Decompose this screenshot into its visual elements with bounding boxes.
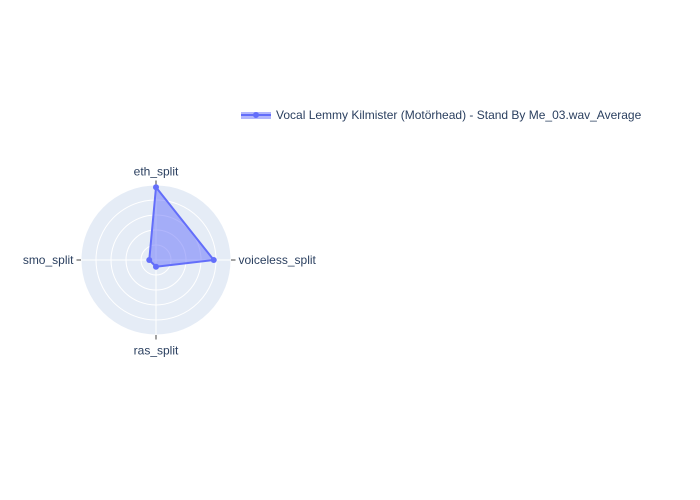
data-point-voiceless_split[interactable] bbox=[210, 257, 217, 263]
legend[interactable]: Vocal Lemmy Kilmister (Motörhead) - Stan… bbox=[241, 108, 642, 122]
axis-label-smo_split: smo_split bbox=[23, 253, 74, 267]
axis-label-voiceless_split: voiceless_split bbox=[239, 253, 317, 267]
axis-label-eth_split: eth_split bbox=[134, 165, 179, 179]
axis-label-ras_split: ras_split bbox=[134, 344, 179, 358]
legend-swatch-marker bbox=[253, 112, 259, 118]
legend-item-label: Vocal Lemmy Kilmister (Motörhead) - Stan… bbox=[276, 108, 642, 122]
data-point-eth_split[interactable] bbox=[153, 184, 159, 191]
data-point-smo_split[interactable] bbox=[146, 257, 153, 263]
radar-chart: eth_split voiceless_split ras_split smo_spl… bbox=[23, 108, 642, 358]
data-point-ras_split[interactable] bbox=[153, 263, 159, 270]
